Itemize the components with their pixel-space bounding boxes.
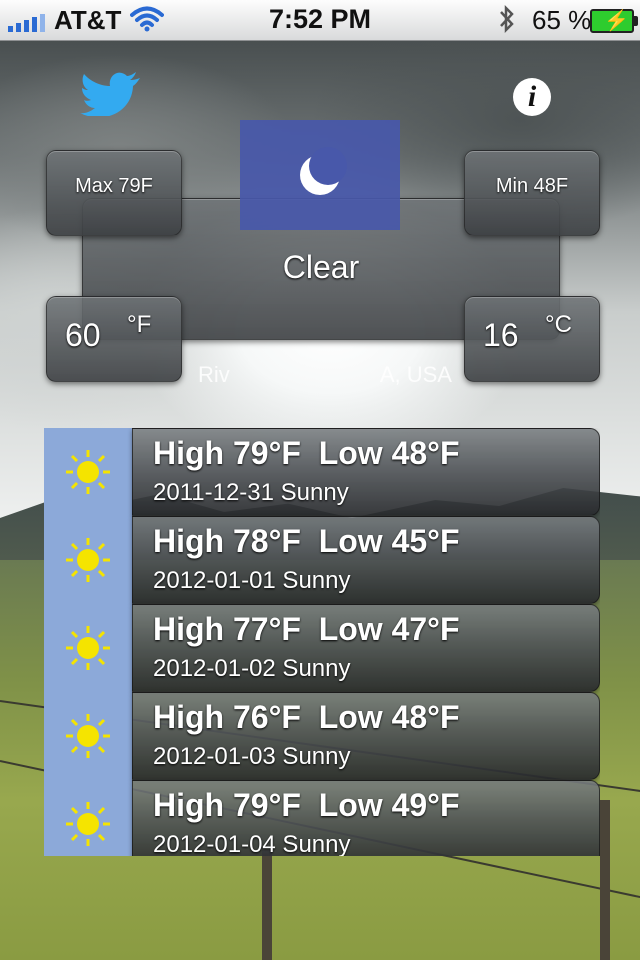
forecast-date-condition: 2012-01-04 Sunny	[153, 831, 351, 856]
fence-post	[600, 800, 610, 960]
sun-icon	[66, 538, 110, 582]
location-text: Riv A, USA	[198, 362, 452, 387]
battery-charging-icon: ⚡	[590, 9, 638, 33]
forecast-list: High 79°F Low 48°F 2011-12-31 Sunny High…	[44, 428, 600, 856]
status-bar: AT&T 7:52 PM 65 % ⚡	[0, 0, 640, 41]
forecast-row[interactable]: High 76°F Low 48°F 2012-01-03 Sunny	[132, 692, 600, 780]
sun-icon	[66, 626, 110, 670]
temp-celsius: 16	[483, 317, 519, 353]
forecast-row[interactable]: High 77°F Low 47°F 2012-01-02 Sunny	[132, 604, 600, 692]
info-icon[interactable]: i	[513, 78, 551, 116]
forecast-row[interactable]: High 79°F Low 48°F 2011-12-31 Sunny	[132, 428, 600, 516]
fahrenheit-box[interactable]: 60 °F	[46, 296, 182, 382]
celsius-box[interactable]: 16 °C	[464, 296, 600, 382]
forecast-high-low: High 77°F Low 47°F	[153, 611, 460, 647]
forecast-date-condition: 2012-01-01 Sunny	[153, 567, 351, 594]
forecast-high-low: High 79°F Low 49°F	[153, 787, 460, 823]
forecast-date-condition: 2012-01-03 Sunny	[153, 743, 351, 770]
min-temp-label: Min 48F	[495, 175, 569, 197]
forecast-date-condition: 2012-01-02 Sunny	[153, 655, 351, 682]
battery-percent: 65 %	[532, 5, 592, 35]
forecast-row[interactable]: High 78°F Low 45°F 2012-01-01 Sunny	[132, 516, 600, 604]
bluetooth-icon	[500, 4, 514, 34]
sun-icon	[66, 714, 110, 758]
forecast-high-low: High 79°F Low 48°F	[153, 435, 460, 471]
unit-fahrenheit: °F	[127, 311, 152, 338]
max-temp-box: Max 79F	[46, 150, 182, 236]
forecast-icon-column	[44, 428, 132, 856]
min-temp-box: Min 48F	[464, 150, 600, 236]
unit-celsius: °C	[545, 311, 572, 338]
max-temp-label: Max 79F	[75, 175, 153, 197]
forecast-high-low: High 76°F Low 48°F	[153, 699, 460, 735]
forecast-high-low: High 78°F Low 45°F	[153, 523, 460, 559]
condition-icon-tile	[240, 120, 400, 230]
condition-text: Clear	[282, 249, 360, 285]
forecast-row[interactable]: High 79°F Low 49°F 2012-01-04 Sunny	[132, 780, 600, 856]
sun-icon	[66, 802, 110, 846]
twitter-icon[interactable]	[80, 72, 142, 116]
forecast-date-condition: 2011-12-31 Sunny	[153, 479, 349, 506]
temp-fahrenheit: 60	[65, 317, 101, 353]
moon-icon	[300, 147, 347, 195]
fence-post	[262, 850, 272, 960]
sun-icon	[66, 450, 110, 494]
